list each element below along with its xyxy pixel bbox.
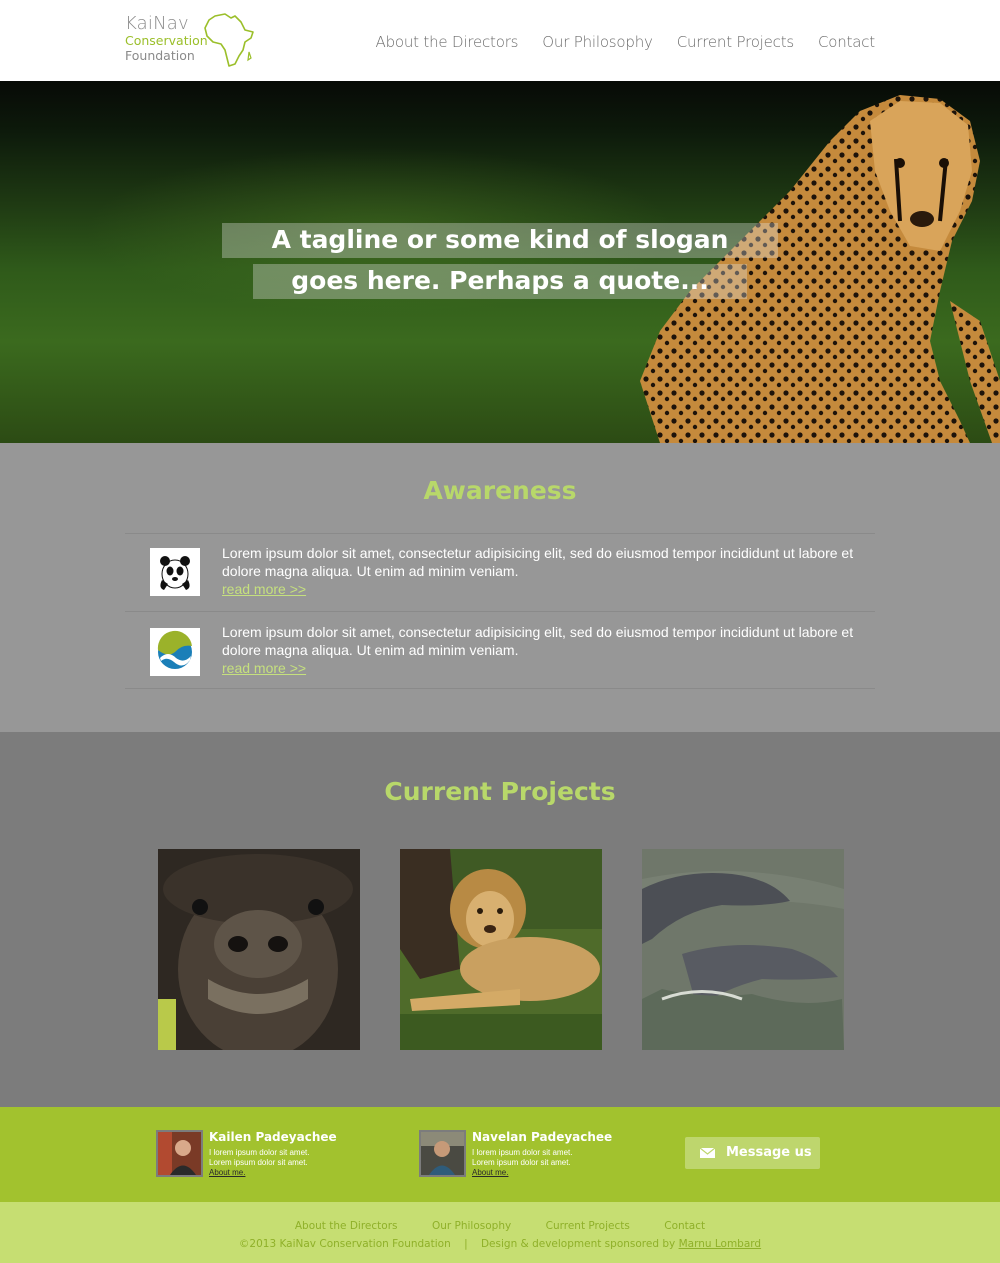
awareness-item: Lorem ipsum dolor sit amet, consectetur … bbox=[125, 611, 875, 689]
lion-photo[interactable] bbox=[400, 849, 602, 1050]
tagline-text-1: A tagline or some kind of slogan bbox=[221, 223, 779, 258]
site-footer: About the Directors Our Philosophy Curre… bbox=[0, 1202, 1000, 1263]
director-desc-line-2: Lorem ipsum dolor sit amet. bbox=[472, 1158, 571, 1167]
director-description: I lorem ipsum dolor sit amet. Lorem ipsu… bbox=[209, 1148, 359, 1178]
logo-line-3: Foundation bbox=[125, 48, 195, 63]
footer-nav: About the Directors Our Philosophy Curre… bbox=[0, 1216, 1000, 1234]
awareness-body: Lorem ipsum dolor sit amet, consectetur … bbox=[222, 545, 854, 579]
site-header: KaiNav Conservation Foundation About the… bbox=[0, 0, 1000, 81]
about-me-link[interactable]: About me. bbox=[472, 1168, 622, 1178]
nav-current-projects[interactable]: Current Projects bbox=[677, 33, 795, 51]
footer-copyright: ©2013 KaiNav Conservation Foundation | D… bbox=[0, 1238, 1000, 1250]
awareness-text: Lorem ipsum dolor sit amet, consectetur … bbox=[222, 623, 862, 677]
footer-separator: | bbox=[464, 1238, 468, 1250]
logo-line-2: Conservation bbox=[125, 33, 208, 48]
avatar[interactable] bbox=[156, 1130, 203, 1177]
directors-bar: Kailen Padeyachee I lorem ipsum dolor si… bbox=[0, 1107, 1000, 1202]
current-projects-section: Current Projects bbox=[0, 732, 1000, 1107]
director-description: I lorem ipsum dolor sit amet. Lorem ipsu… bbox=[472, 1148, 622, 1178]
wave-logo-icon[interactable] bbox=[150, 628, 200, 676]
read-more-link[interactable]: read more >> bbox=[222, 659, 862, 677]
logo-text: KaiNav Conservation Foundation bbox=[125, 14, 208, 63]
hero-tagline-line-2: goes here. Perhaps a quote... bbox=[0, 264, 1000, 299]
director-name: Navelan Padeyachee bbox=[472, 1130, 613, 1144]
envelope-icon bbox=[700, 1148, 715, 1158]
dolphins-photo[interactable] bbox=[642, 849, 844, 1050]
read-more-link[interactable]: read more >> bbox=[222, 580, 862, 598]
awareness-text: Lorem ipsum dolor sit amet, consectetur … bbox=[222, 544, 862, 598]
director-desc-line-1: I lorem ipsum dolor sit amet. bbox=[209, 1148, 310, 1157]
site-logo[interactable]: KaiNav Conservation Foundation bbox=[125, 12, 260, 68]
footer-nav-contact[interactable]: Contact bbox=[664, 1220, 705, 1232]
director-name: Kailen Padeyachee bbox=[209, 1130, 337, 1144]
credit-prefix: Design & development sponsored by bbox=[480, 1238, 676, 1250]
tagline-text-2: goes here. Perhaps a quote... bbox=[253, 264, 747, 299]
avatar[interactable] bbox=[419, 1130, 466, 1177]
director-card: Kailen Padeyachee I lorem ipsum dolor si… bbox=[156, 1130, 386, 1178]
nav-about-directors[interactable]: About the Directors bbox=[376, 33, 519, 51]
director-card: Navelan Padeyachee I lorem ipsum dolor s… bbox=[419, 1130, 649, 1178]
about-me-link[interactable]: About me. bbox=[209, 1168, 359, 1178]
main-nav: About the Directors Our Philosophy Curre… bbox=[376, 33, 876, 51]
message-us-button[interactable]: Message us bbox=[685, 1137, 820, 1169]
footer-nav-current-projects[interactable]: Current Projects bbox=[546, 1220, 630, 1232]
africa-map-icon bbox=[204, 13, 254, 67]
footer-nav-philosophy[interactable]: Our Philosophy bbox=[432, 1220, 511, 1232]
awareness-body: Lorem ipsum dolor sit amet, consectetur … bbox=[222, 624, 854, 658]
panda-logo-icon[interactable] bbox=[150, 548, 200, 596]
hero-tagline-line-1: A tagline or some kind of slogan bbox=[0, 223, 1000, 258]
nav-contact[interactable]: Contact bbox=[818, 33, 875, 51]
credit-link[interactable]: Marnu Lombard bbox=[679, 1238, 762, 1250]
projects-title: Current Projects bbox=[384, 777, 616, 806]
logo-line-1: KaiNav bbox=[125, 13, 189, 34]
director-desc-line-1: I lorem ipsum dolor sit amet. bbox=[472, 1148, 573, 1157]
hero-banner: A tagline or some kind of slogan goes he… bbox=[0, 81, 1000, 443]
message-us-label: Message us bbox=[726, 1145, 812, 1160]
buffalo-photo[interactable] bbox=[158, 849, 360, 1050]
awareness-item: Lorem ipsum dolor sit amet, consectetur … bbox=[125, 533, 875, 611]
cheetah-photo bbox=[640, 95, 1000, 443]
awareness-section: Awareness Lorem ipsum dolor sit amet, co… bbox=[0, 443, 1000, 732]
nav-philosophy[interactable]: Our Philosophy bbox=[542, 33, 653, 51]
copyright-text: ©2013 KaiNav Conservation Foundation bbox=[238, 1238, 451, 1250]
director-desc-line-2: Lorem ipsum dolor sit amet. bbox=[209, 1158, 308, 1167]
awareness-title: Awareness bbox=[423, 476, 577, 505]
footer-nav-about-directors[interactable]: About the Directors bbox=[295, 1220, 398, 1232]
